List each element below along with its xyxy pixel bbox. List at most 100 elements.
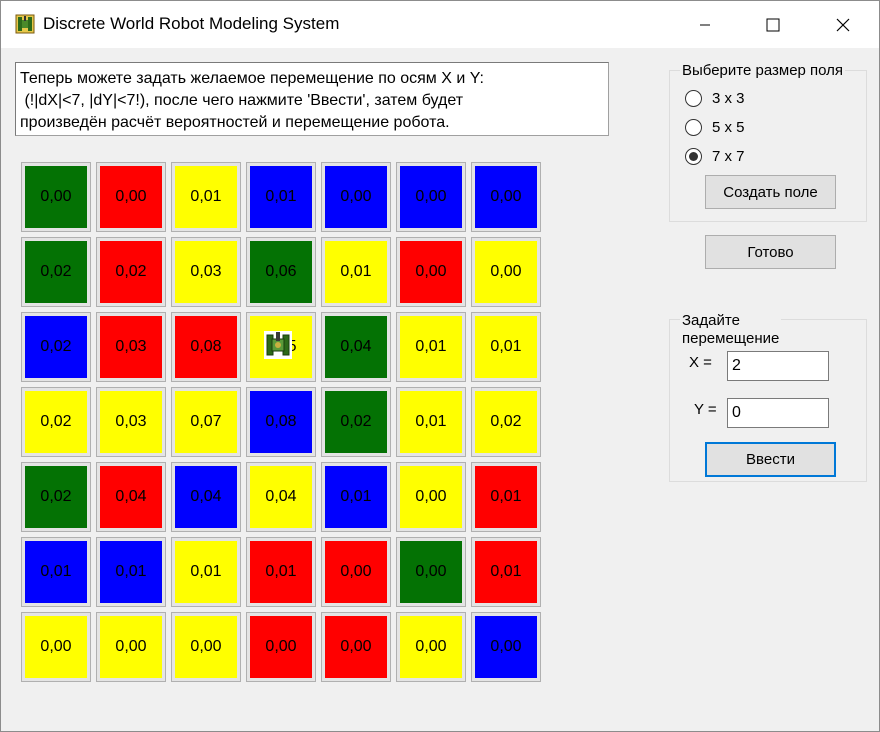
grid-cell: 0,04 bbox=[321, 312, 391, 382]
cell-probability: 0,00 bbox=[475, 166, 537, 228]
grid-cell: 0,03 bbox=[171, 237, 241, 307]
movement-group-title: Задайте перемещение bbox=[680, 312, 782, 348]
grid-cell: 0,00 bbox=[396, 162, 466, 232]
cell-probability: 0,00 bbox=[25, 616, 87, 678]
cell-probability: 0,01 bbox=[475, 316, 537, 378]
grid-cell: 0,06 bbox=[246, 237, 316, 307]
grid-cell: 0,01 bbox=[471, 312, 541, 382]
grid-cell: 0,00 bbox=[96, 162, 166, 232]
radio-label: 7 x 7 bbox=[712, 148, 745, 165]
grid-cell: 0,01 bbox=[21, 537, 91, 607]
grid-cell: 0,00 bbox=[471, 612, 541, 682]
grid-cell: 0,00 bbox=[246, 612, 316, 682]
cell-probability: 0,02 bbox=[25, 391, 87, 453]
grid-cell: 0,04 bbox=[96, 462, 166, 532]
grid-cell: 0,01 bbox=[396, 387, 466, 457]
grid-cell: 0,00 bbox=[21, 612, 91, 682]
cell-probability: 0,03 bbox=[175, 241, 237, 303]
radio-size-5x5[interactable]: 5 x 5 bbox=[685, 119, 745, 136]
cell-probability: 0,00 bbox=[175, 616, 237, 678]
cell-probability: 0,04 bbox=[325, 316, 387, 378]
app-icon bbox=[15, 14, 35, 34]
grid-cell: 0,00 bbox=[96, 612, 166, 682]
cell-probability: 0,15 bbox=[250, 316, 312, 378]
cell-probability: 0,01 bbox=[400, 391, 462, 453]
maximize-button[interactable] bbox=[750, 1, 796, 48]
grid-cell: 0,08 bbox=[171, 312, 241, 382]
cell-probability: 0,01 bbox=[400, 316, 462, 378]
cell-probability: 0,08 bbox=[175, 316, 237, 378]
grid-cell: 0,00 bbox=[21, 162, 91, 232]
radio-size-7x7[interactable]: 7 x 7 bbox=[685, 148, 745, 165]
grid-cell: 0,00 bbox=[171, 612, 241, 682]
cell-probability: 0,03 bbox=[100, 391, 162, 453]
minimize-icon bbox=[700, 24, 710, 25]
radio-button[interactable] bbox=[685, 90, 702, 107]
cell-probability: 0,08 bbox=[250, 391, 312, 453]
cell-probability: 0,02 bbox=[25, 241, 87, 303]
radio-label: 3 x 3 bbox=[712, 90, 745, 107]
grid-cell: 0,01 bbox=[396, 312, 466, 382]
cell-probability: 0,00 bbox=[475, 616, 537, 678]
grid-cell: 0,00 bbox=[396, 462, 466, 532]
y-input[interactable] bbox=[727, 398, 829, 428]
grid-cell: 0,15 bbox=[246, 312, 316, 382]
radio-button[interactable] bbox=[685, 148, 702, 165]
close-button[interactable] bbox=[820, 1, 866, 48]
radio-size-3x3[interactable]: 3 x 3 bbox=[685, 90, 745, 107]
cell-probability: 0,00 bbox=[100, 616, 162, 678]
cell-probability: 0,00 bbox=[400, 541, 462, 603]
cell-probability: 0,04 bbox=[100, 466, 162, 528]
create-field-button[interactable]: Создать поле bbox=[705, 175, 836, 209]
x-input[interactable] bbox=[727, 351, 829, 381]
grid-cell: 0,01 bbox=[321, 237, 391, 307]
cell-probability: 0,00 bbox=[400, 241, 462, 303]
cell-probability: 0,02 bbox=[100, 241, 162, 303]
grid-cell: 0,00 bbox=[396, 612, 466, 682]
instructions-textbox[interactable]: Теперь можете задать желаемое перемещени… bbox=[15, 62, 609, 136]
cell-probability: 0,00 bbox=[475, 241, 537, 303]
radio-button[interactable] bbox=[685, 119, 702, 136]
window-title: Discrete World Robot Modeling System bbox=[43, 14, 340, 33]
submit-move-button[interactable]: Ввести bbox=[705, 442, 836, 477]
grid-cell: 0,00 bbox=[471, 237, 541, 307]
cell-probability: 0,04 bbox=[175, 466, 237, 528]
grid-cell: 0,03 bbox=[96, 312, 166, 382]
main-window: Discrete World Robot Modeling System Теп… bbox=[0, 0, 880, 732]
grid-cell: 0,00 bbox=[396, 237, 466, 307]
minimize-button[interactable] bbox=[682, 1, 728, 48]
grid-cell: 0,02 bbox=[21, 387, 91, 457]
grid-cell: 0,08 bbox=[246, 387, 316, 457]
cell-probability: 0,00 bbox=[400, 166, 462, 228]
grid-cell: 0,00 bbox=[321, 537, 391, 607]
cell-probability: 0,00 bbox=[250, 616, 312, 678]
cell-probability: 0,00 bbox=[325, 616, 387, 678]
grid-cell: 0,04 bbox=[246, 462, 316, 532]
grid-cell: 0,02 bbox=[21, 237, 91, 307]
grid-cell: 0,01 bbox=[171, 537, 241, 607]
title-bar[interactable]: Discrete World Robot Modeling System bbox=[1, 1, 879, 48]
cell-probability: 0,00 bbox=[400, 616, 462, 678]
cell-probability: 0,01 bbox=[475, 541, 537, 603]
grid-cell: 0,02 bbox=[321, 387, 391, 457]
grid-cell: 0,02 bbox=[96, 237, 166, 307]
y-label: Y = bbox=[694, 401, 717, 418]
cell-probability: 0,01 bbox=[475, 466, 537, 528]
grid-cell: 0,01 bbox=[246, 162, 316, 232]
ready-button[interactable]: Готово bbox=[705, 235, 836, 269]
cell-probability: 0,02 bbox=[25, 466, 87, 528]
cell-probability: 0,04 bbox=[250, 466, 312, 528]
cell-probability: 0,07 bbox=[175, 391, 237, 453]
field-size-group-title: Выберите размер поля bbox=[680, 62, 846, 80]
grid-cell: 0,02 bbox=[21, 462, 91, 532]
cell-probability: 0,01 bbox=[250, 541, 312, 603]
grid-cell: 0,01 bbox=[321, 462, 391, 532]
cell-probability: 0,01 bbox=[175, 166, 237, 228]
grid-cell: 0,00 bbox=[396, 537, 466, 607]
grid-cell: 0,01 bbox=[471, 462, 541, 532]
maximize-icon bbox=[766, 18, 780, 31]
cell-probability: 0,00 bbox=[325, 541, 387, 603]
cell-probability: 0,02 bbox=[25, 316, 87, 378]
cell-probability: 0,00 bbox=[400, 466, 462, 528]
grid-cell: 0,04 bbox=[171, 462, 241, 532]
